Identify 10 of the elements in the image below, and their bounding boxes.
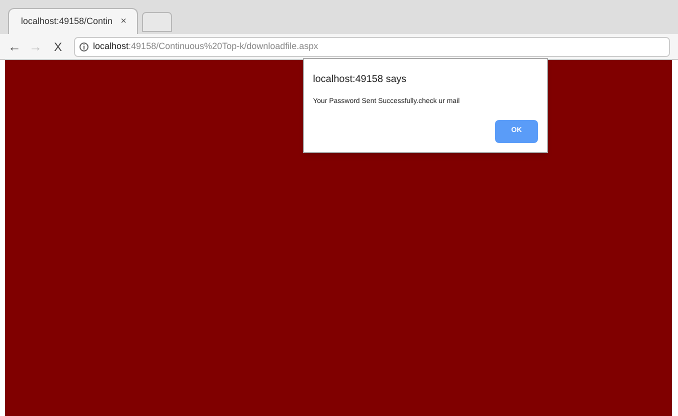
tab-title: localhost:49158/Contin bbox=[21, 14, 113, 28]
info-icon bbox=[79, 42, 90, 52]
browser-tab[interactable]: localhost:49158/Contin × bbox=[8, 8, 138, 34]
new-tab-button[interactable] bbox=[142, 12, 172, 32]
back-button[interactable]: ← bbox=[8, 36, 21, 56]
dialog-title: localhost:49158 says bbox=[313, 73, 408, 87]
tab-close-button[interactable]: × bbox=[120, 14, 126, 29]
address-field[interactable]: localhost:49158/Continuous%20Top-k/downloadfile.aspx bbox=[74, 36, 670, 56]
stop-button[interactable]: X bbox=[50, 38, 66, 56]
url-text: localhost:49158/Continuous%20Top-k/downloadfile.aspx bbox=[93, 40, 318, 53]
